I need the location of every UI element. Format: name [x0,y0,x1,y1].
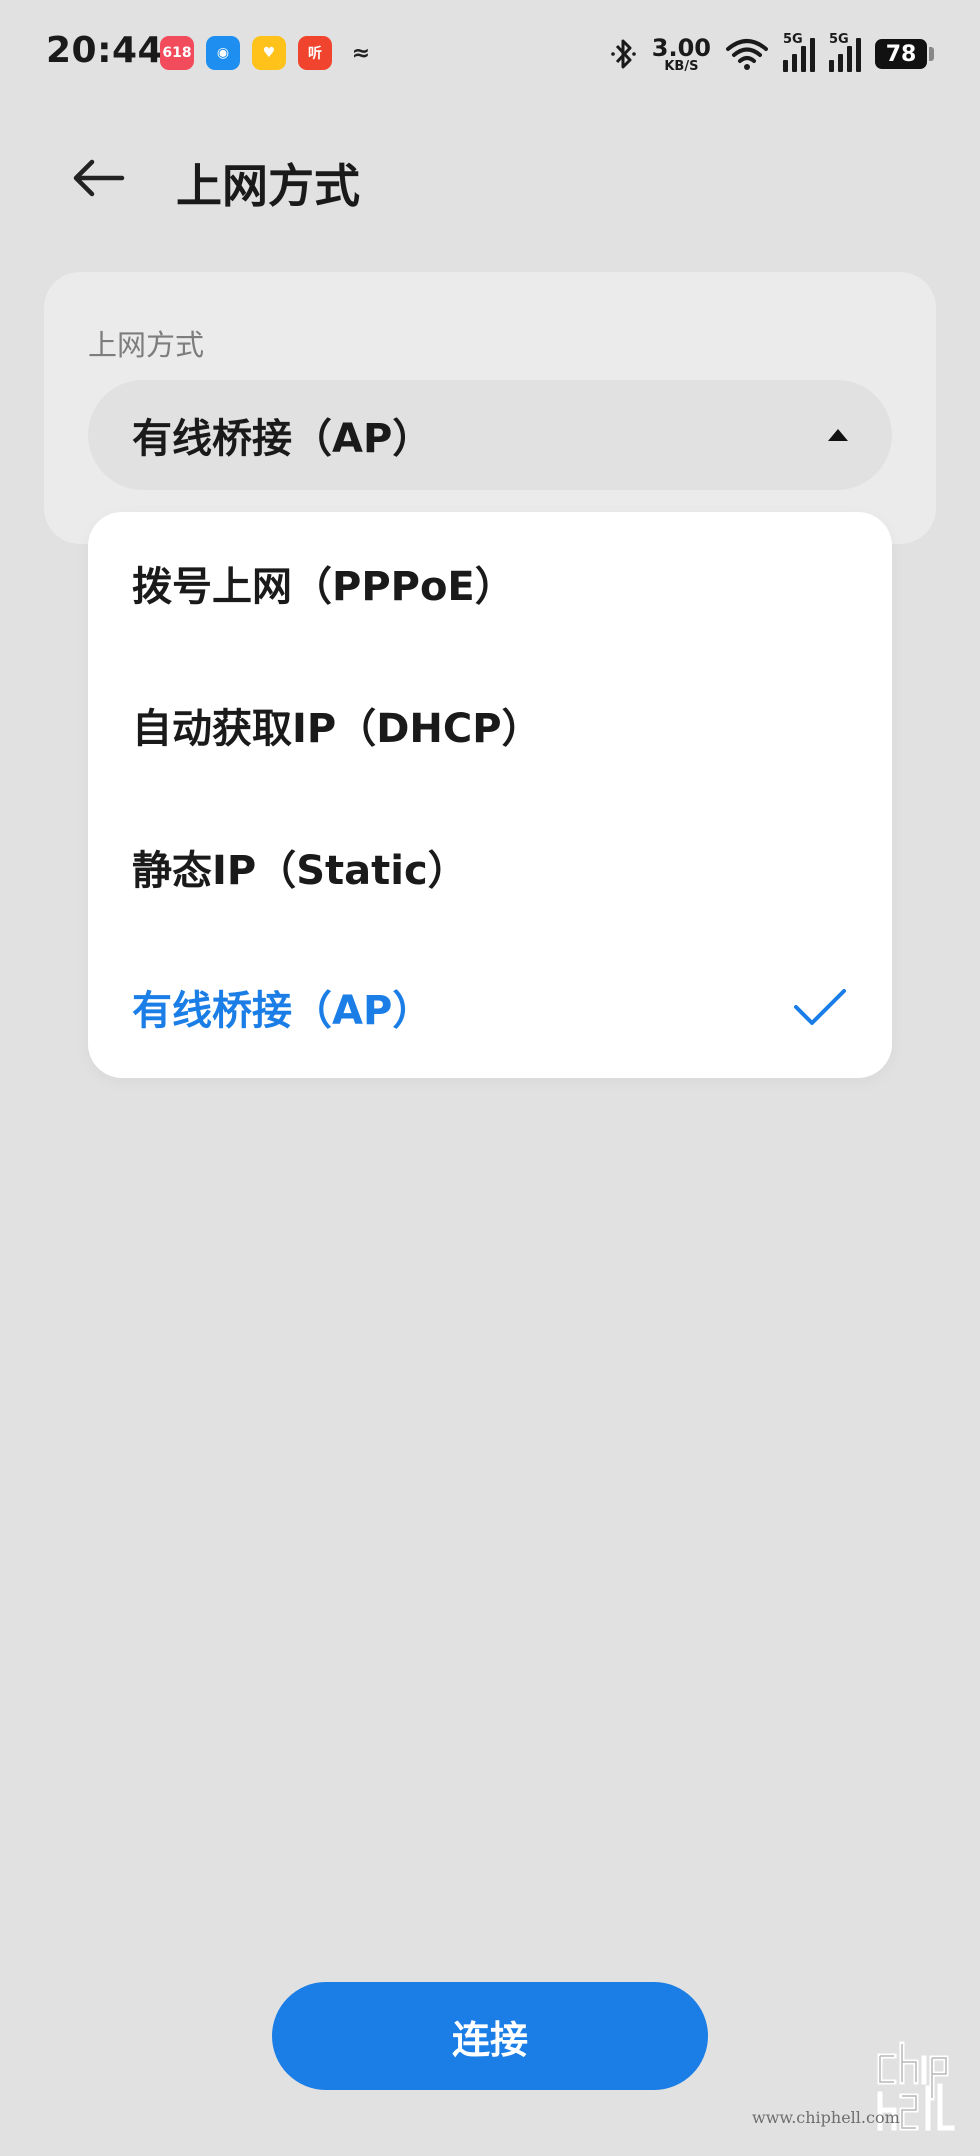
connection-mode-select[interactable]: 有线桥接（AP） [88,380,892,490]
bluetooth-icon [610,39,636,69]
network-speed: 3.00 KB/S [652,36,711,73]
option-ap[interactable]: 有线桥接（AP） [88,936,892,1078]
misc-app-icon: ≈ [351,40,371,66]
assistant-app-icon: ◉ [206,36,240,70]
connection-mode-dropdown: 拨号上网（PPPoE） 自动获取IP（DHCP） 静态IP（Static） 有线… [88,512,892,1078]
battery-icon: 78 [875,39,934,69]
option-dhcp[interactable]: 自动获取IP（DHCP） [88,654,892,796]
arrow-left-icon [73,159,125,197]
page-title: 上网方式 [176,159,360,213]
checkmark-icon [794,989,846,1025]
battery-level: 78 [875,39,927,69]
selected-mode-value: 有线桥接（AP） [132,416,433,462]
status-bar: 20:44 618 ◉ ♥ 听 ≈ 3.00 KB/S 5G 5G 78 [0,0,980,110]
connection-mode-label: 上网方式 [88,328,205,362]
option-label: 有线桥接（AP） [132,988,433,1034]
sim2-network-label: 5G [829,32,849,47]
status-time: 20:44 [46,30,164,71]
option-pppoe[interactable]: 拨号上网（PPPoE） [88,512,892,654]
screen: 20:44 618 ◉ ♥ 听 ≈ 3.00 KB/S 5G 5G 78 上网方… [0,0,980,2156]
caret-up-icon [828,429,848,441]
network-speed-value: 3.00 [651,33,711,62]
618-app-icon: 618 [160,36,194,70]
sim1-network-label: 5G [783,32,803,47]
option-label: 静态IP（Static） [132,848,468,894]
signal-sim2-icon: 5G [829,32,861,72]
watermark-url: www.chiphell.com [752,2108,900,2127]
wifi-icon [726,39,768,70]
signal-sim1-icon: 5G [783,32,815,72]
option-label: 拨号上网（PPPoE） [132,564,515,610]
back-button[interactable] [60,148,136,208]
listen-app-icon: 听 [298,36,332,70]
network-speed-unit: KB/S [664,58,699,74]
system-icons: 3.00 KB/S 5G 5G 78 [610,30,934,78]
connect-button[interactable]: 连接 [272,1982,708,2090]
option-label: 自动获取IP（DHCP） [132,706,542,752]
notification-icons: 618 ◉ ♥ 听 ≈ [160,36,378,70]
heart-app-icon: ♥ [252,36,286,70]
option-static[interactable]: 静态IP（Static） [88,796,892,938]
